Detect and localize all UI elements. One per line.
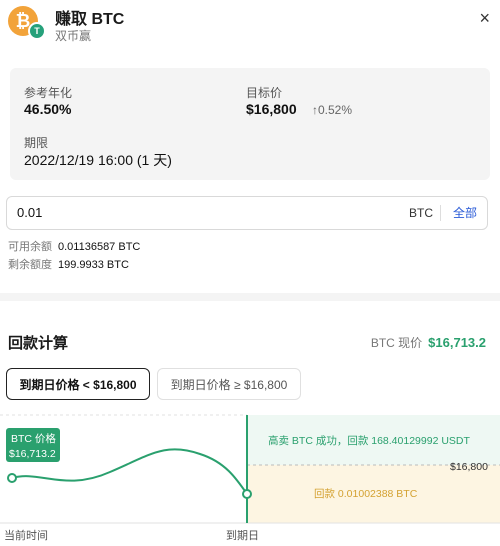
current-price-value: $16,713.2 — [428, 335, 486, 350]
remaining-quota-label: 剩余额度 — [8, 259, 52, 271]
divider — [440, 205, 441, 221]
product-info-panel: 参考年化 46.50% 目标价 $16,800 ↑0.52% 期限 2022/1… — [10, 68, 490, 180]
expiry-price-point — [242, 489, 252, 499]
page-subtitle: 双币赢 — [55, 29, 92, 43]
target-price-value: $16,800 — [246, 101, 297, 117]
amount-input-box: BTC 全部 — [6, 196, 488, 230]
x-axis-end-label: 到期日 — [226, 530, 259, 542]
page-title: 赚取 BTC — [55, 11, 125, 28]
term-label: 期限 — [24, 136, 49, 150]
amount-unit: BTC — [409, 206, 433, 220]
price-tag-title: BTC 价格 — [11, 432, 56, 445]
payout-calc-title: 回款计算 — [8, 335, 69, 352]
tab-above-target[interactable]: 到期日价格 ≥ $16,800 — [157, 368, 301, 400]
payout-chart: BTC 价格 $16,713.2 高卖 BTC 成功，回款 168.401299… — [0, 414, 500, 524]
reference-apr-value: 46.50% — [24, 101, 72, 117]
current-price: BTC 现价 $16,713.2 — [371, 334, 486, 351]
current-price-point — [7, 473, 17, 483]
amount-input[interactable] — [17, 197, 317, 229]
x-axis-start-label: 当前时间 — [4, 530, 48, 542]
reference-apr-label: 参考年化 — [24, 86, 73, 100]
target-price-label: 目标价 — [246, 86, 283, 100]
lower-outcome-text: 回款 0.01002388 BTC — [314, 487, 418, 500]
tab-below-target[interactable]: 到期日价格 < $16,800 — [6, 368, 150, 400]
term-value: 2022/12/19 16:00 (1 天) — [24, 152, 172, 168]
remaining-quota-value: 199.9933 BTC — [58, 259, 129, 271]
close-icon[interactable]: × — [479, 8, 490, 29]
target-price-change: ↑0.52% — [312, 103, 353, 117]
target-price-axis-label: $16,800 — [450, 461, 488, 473]
section-divider — [0, 293, 500, 301]
remaining-quota: 剩余额度 199.9933 BTC — [8, 256, 129, 272]
tether-badge-icon: T — [28, 22, 46, 40]
available-balance-value: 0.01136587 BTC — [58, 241, 141, 253]
upper-outcome-text: 高卖 BTC 成功，回款 168.40129992 USDT — [268, 434, 470, 447]
available-balance: 可用余额 0.01136587 BTC — [8, 238, 140, 254]
max-amount-button[interactable]: 全部 — [453, 197, 477, 229]
current-price-label: BTC 现价 — [370, 336, 423, 350]
available-balance-label: 可用余额 — [8, 241, 52, 253]
header: ₿ T 赚取 BTC 双币赢 × — [0, 0, 500, 50]
price-tag-value: $16,713.2 — [9, 448, 56, 460]
